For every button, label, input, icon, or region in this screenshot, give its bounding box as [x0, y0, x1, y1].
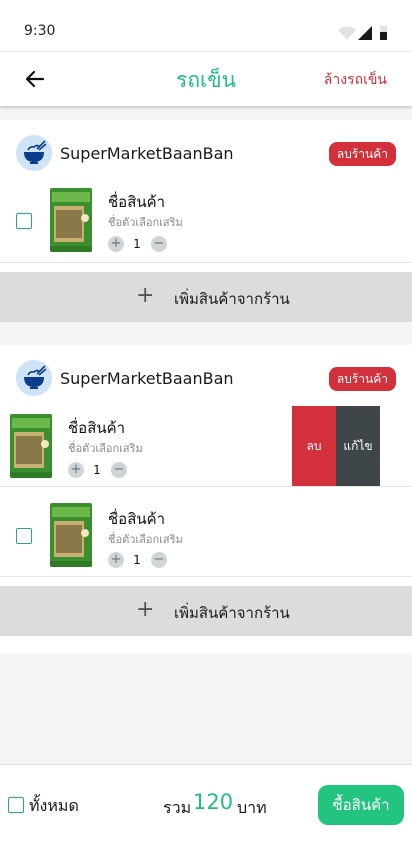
select-all-label[interactable]: ทั้งหมด	[29, 794, 79, 819]
swipe-delete-button[interactable]: ลบ	[292, 406, 336, 486]
cart-item[interactable]: ชื่อสินค้า ชื่อตัวเลือกเสริม + 1 −	[0, 182, 412, 262]
divider	[0, 486, 412, 487]
shop-card: SuperMarketBaanBan ลบร้านค้า ชื่อสินค้า …	[0, 120, 412, 322]
select-all-checkbox[interactable]	[8, 797, 24, 813]
add-product-button[interactable]: + เพิ่มสินค้าจากร้าน	[0, 586, 412, 636]
divider	[0, 262, 412, 263]
add-product-button[interactable]: + เพิ่มสินค้าจากร้าน	[0, 272, 412, 322]
currency-label: บาท	[237, 798, 267, 817]
status-time: 9:30	[24, 23, 56, 39]
cart-item[interactable]: ชื่อสินค้า ชื่อตัวเลือกเสริม + 1 −	[0, 495, 412, 575]
remove-shop-button[interactable]: ลบร้านค้า	[328, 367, 396, 391]
item-option: ชื่อตัวเลือกเสริม	[68, 442, 143, 455]
total-value: 120	[193, 790, 234, 814]
divider	[0, 576, 412, 577]
plus-icon[interactable]: +	[108, 552, 124, 568]
minus-icon[interactable]: −	[151, 236, 167, 252]
product-thumbnail	[50, 188, 92, 252]
total-label: รวม	[163, 798, 192, 817]
shop-name[interactable]: SuperMarketBaanBan	[60, 144, 234, 163]
app-header: รถเข็น ล้างรถเข็น	[0, 52, 412, 106]
remove-shop-button[interactable]: ลบร้านค้า	[328, 142, 396, 166]
plus-icon[interactable]: +	[68, 462, 84, 478]
plus-icon[interactable]: +	[108, 236, 124, 252]
add-product-label: เพิ่มสินค้าจากร้าน	[174, 290, 290, 308]
swipe-edit-button[interactable]: แก้ไข	[336, 406, 380, 486]
plus-icon: +	[136, 597, 155, 622]
add-product-label: เพิ่มสินค้าจากร้าน	[174, 604, 290, 622]
item-checkbox[interactable]	[16, 528, 32, 544]
item-quantity: 1	[133, 553, 141, 567]
shop-name[interactable]: SuperMarketBaanBan	[60, 369, 234, 388]
cart-item-swiped[interactable]: ชื่อสินค้า ชื่อตัวเลือกเสริม + 1 −	[0, 406, 292, 486]
signal-icon	[358, 26, 372, 40]
item-checkbox[interactable]	[16, 213, 32, 229]
minus-icon[interactable]: −	[151, 552, 167, 568]
item-quantity: 1	[93, 463, 101, 477]
shop-card: SuperMarketBaanBan ลบร้านค้า ชื่อสินค้า …	[0, 345, 412, 654]
item-option: ชื่อตัวเลือกเสริม	[108, 216, 183, 229]
product-thumbnail	[50, 503, 92, 567]
minus-icon[interactable]: −	[111, 462, 127, 478]
buy-button[interactable]: ซื้อสินค้า	[318, 785, 404, 825]
checkout-bar: ทั้งหมด รวม 120 บาท ซื้อสินค้า	[0, 764, 412, 844]
status-bar: 9:30	[0, 0, 412, 52]
clear-cart-button[interactable]: ล้างรถเข็น	[324, 69, 387, 91]
shop-header: SuperMarketBaanBan ลบร้านค้า	[0, 135, 412, 185]
plus-icon: +	[136, 283, 155, 308]
item-name: ชื่อสินค้า	[68, 419, 126, 437]
status-icons	[338, 26, 387, 40]
bowl-icon	[16, 135, 52, 171]
item-quantity: 1	[133, 237, 141, 251]
item-name: ชื่อสินค้า	[108, 510, 166, 528]
shop-header: SuperMarketBaanBan ลบร้านค้า	[0, 360, 412, 410]
bowl-icon	[16, 360, 52, 396]
item-option: ชื่อตัวเลือกเสริม	[108, 533, 183, 546]
product-thumbnail	[10, 414, 52, 478]
item-name: ชื่อสินค้า	[108, 193, 166, 211]
wifi-icon	[338, 26, 356, 40]
